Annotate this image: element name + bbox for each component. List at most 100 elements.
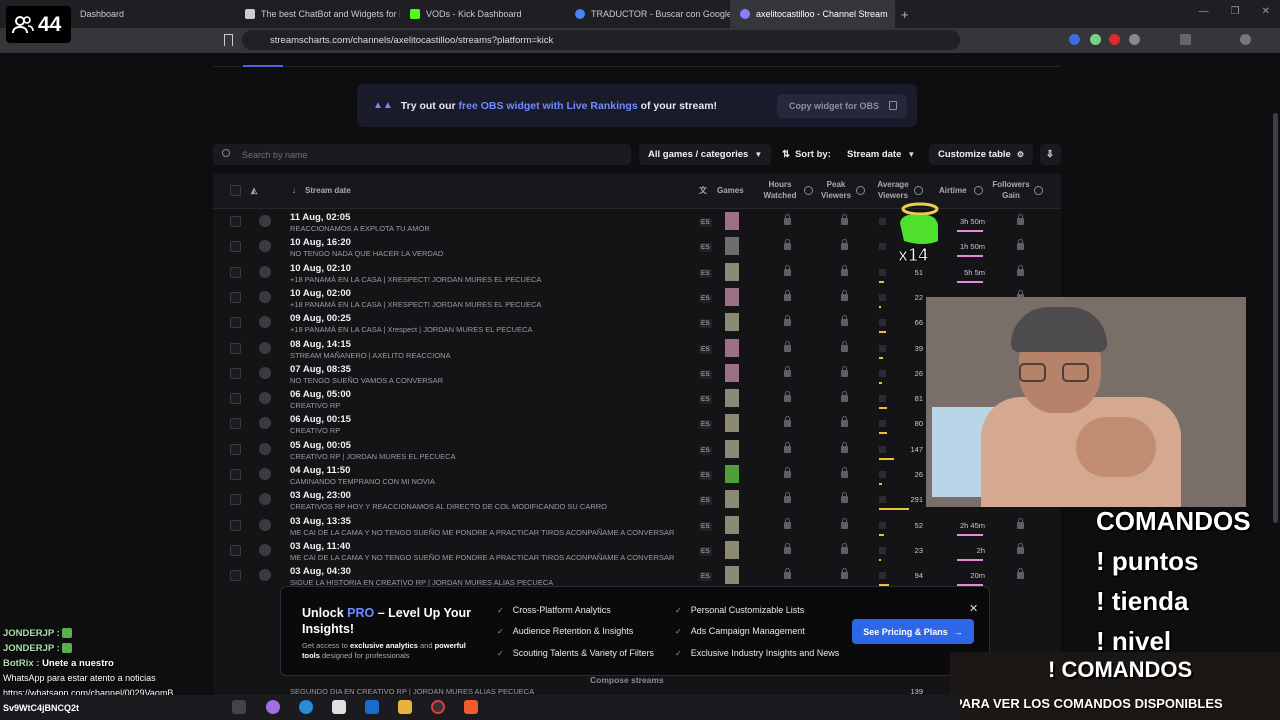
game-thumbnail[interactable] <box>725 287 739 306</box>
game-thumbnail[interactable] <box>725 439 739 458</box>
game-thumbnail[interactable] <box>725 465 739 483</box>
obs-widget-link[interactable]: free OBS widget with Live Rankings <box>459 100 638 112</box>
play-icon[interactable] <box>259 392 271 405</box>
extension-icon[interactable] <box>1109 34 1120 45</box>
row-checkbox[interactable] <box>230 266 241 278</box>
row-checkbox[interactable] <box>230 443 241 455</box>
row-checkbox[interactable] <box>230 544 241 556</box>
play-icon[interactable] <box>259 341 271 354</box>
play-icon[interactable] <box>259 290 271 303</box>
play-icon[interactable] <box>259 366 271 379</box>
store-icon[interactable] <box>332 700 346 714</box>
play-icon[interactable] <box>259 569 271 582</box>
games-dropdown[interactable]: All games / categories ▼ <box>639 144 772 165</box>
row-checkbox[interactable] <box>230 418 241 430</box>
play-icon[interactable] <box>259 215 271 227</box>
col-peak-viewers[interactable]: Peak Viewers <box>819 179 853 201</box>
table-row[interactable]: 03 Aug, 13:35 ME CAI DE LA CAMA Y NO TENG… <box>213 513 1061 538</box>
col-followers-gain[interactable]: Followers Gain <box>991 179 1031 201</box>
game-thumbnail[interactable] <box>725 515 739 534</box>
row-checkbox[interactable] <box>230 469 241 480</box>
game-thumbnail[interactable] <box>725 363 739 382</box>
game-thumbnail[interactable] <box>725 338 739 357</box>
close-icon[interactable]: ✕ <box>969 602 978 615</box>
table-row[interactable]: 03 Aug, 11:40 ME CAI DE LA CAMA Y NO TENG… <box>213 538 1061 563</box>
play-icon[interactable] <box>259 265 271 278</box>
tab-streamscharts[interactable]: axelitocastilloo - Channel Stream ✕ <box>730 0 895 28</box>
col-airtime[interactable]: Airtime <box>939 185 967 196</box>
row-checkbox[interactable] <box>230 241 241 253</box>
close-tab-icon[interactable]: ✕ <box>894 9 895 20</box>
play-icon[interactable] <box>259 468 271 480</box>
row-checkbox[interactable] <box>230 367 241 379</box>
copilot-icon[interactable] <box>266 700 280 714</box>
edge-icon[interactable] <box>299 700 313 714</box>
tab-traductor[interactable]: TRADUCTOR - Buscar con Google <box>565 0 730 28</box>
game-thumbnail[interactable] <box>725 490 739 509</box>
col-stream-date[interactable]: Stream date <box>305 185 351 196</box>
task-view-icon[interactable] <box>232 700 246 714</box>
row-checkbox[interactable] <box>230 317 241 329</box>
tab-botrix[interactable]: The best ChatBot and Widgets for Ki <box>235 0 400 28</box>
row-checkbox[interactable] <box>230 342 241 354</box>
select-all-checkbox[interactable] <box>230 185 241 196</box>
url-field[interactable]: streamscharts.com/channels/axelitocastil… <box>242 30 960 50</box>
play-icon[interactable] <box>259 442 271 455</box>
play-icon[interactable] <box>259 543 271 556</box>
game-thumbnail[interactable] <box>725 540 739 559</box>
game-thumbnail[interactable] <box>725 212 739 230</box>
minimize-icon[interactable]: — <box>1199 6 1209 17</box>
menu-icon[interactable] <box>1240 34 1251 45</box>
tab-kick-vods[interactable]: VODs - Kick Dashboard <box>400 0 565 28</box>
sort-dropdown[interactable]: Stream date ▼ <box>838 144 924 165</box>
play-icon[interactable] <box>259 316 271 329</box>
sidebar-icon[interactable] <box>1180 34 1191 45</box>
tab-dashboard[interactable]: Dashboard <box>70 0 235 28</box>
customize-table-button[interactable]: Customize table ⚙ <box>929 144 1034 165</box>
row-checkbox[interactable] <box>230 494 241 506</box>
row-checkbox[interactable] <box>230 291 241 303</box>
row-checkbox[interactable] <box>230 216 241 227</box>
obs-icon[interactable] <box>431 700 445 714</box>
col-hours-watched[interactable]: Hours Watched <box>761 179 799 201</box>
play-icon[interactable] <box>259 493 271 506</box>
col-average-viewers[interactable]: Average Viewers <box>874 179 912 201</box>
scrollbar[interactable] <box>1273 113 1278 523</box>
row-checkbox[interactable] <box>230 570 241 582</box>
maximize-icon[interactable]: ❐ <box>1231 6 1240 17</box>
search-icon <box>222 149 230 157</box>
close-window-icon[interactable]: ✕ <box>1262 6 1270 17</box>
play-icon[interactable] <box>259 240 271 253</box>
col-games[interactable]: Games <box>717 185 744 196</box>
play-icon[interactable] <box>259 417 271 430</box>
table-row[interactable]: 03 Aug, 04:30 SIGUE LA HISTORIA EN CREATI… <box>213 563 1061 588</box>
chat-message: JONDERJP : <box>3 641 173 656</box>
download-button[interactable]: ⇩ <box>1040 144 1061 165</box>
outlook-icon[interactable] <box>365 700 379 714</box>
game-thumbnail[interactable] <box>725 237 739 256</box>
game-thumbnail[interactable] <box>725 313 739 332</box>
search-input[interactable]: Search by name <box>213 144 631 165</box>
brave-icon[interactable] <box>464 700 478 714</box>
game-thumbnail[interactable] <box>725 389 739 408</box>
see-pricing-button[interactable]: See Pricing & Plans → <box>852 619 974 644</box>
compose-streams-link[interactable]: Compose streams <box>590 675 664 685</box>
game-thumbnail[interactable] <box>725 414 739 433</box>
promo-feature: Audience Retention & Insights <box>497 626 634 636</box>
extension-icon[interactable] <box>1090 34 1101 45</box>
obs-banner-prefix: Try out our <box>400 99 459 112</box>
bookmark-icon[interactable] <box>224 34 233 46</box>
new-tab-icon[interactable]: + <box>901 7 909 22</box>
folder-icon[interactable] <box>398 700 412 714</box>
lock-icon <box>879 218 886 225</box>
active-tab-underline <box>243 65 283 67</box>
extension-icon[interactable] <box>1069 34 1080 45</box>
copy-widget-button[interactable]: Copy widget for OBS <box>777 94 907 118</box>
game-thumbnail[interactable] <box>725 262 739 281</box>
game-thumbnail[interactable] <box>725 566 739 585</box>
play-icon[interactable] <box>259 518 271 531</box>
extensions-puzzle-icon[interactable] <box>1129 34 1140 45</box>
row-checkbox[interactable] <box>230 519 241 531</box>
row-checkbox[interactable] <box>230 393 241 405</box>
lock-icon <box>1017 214 1024 225</box>
